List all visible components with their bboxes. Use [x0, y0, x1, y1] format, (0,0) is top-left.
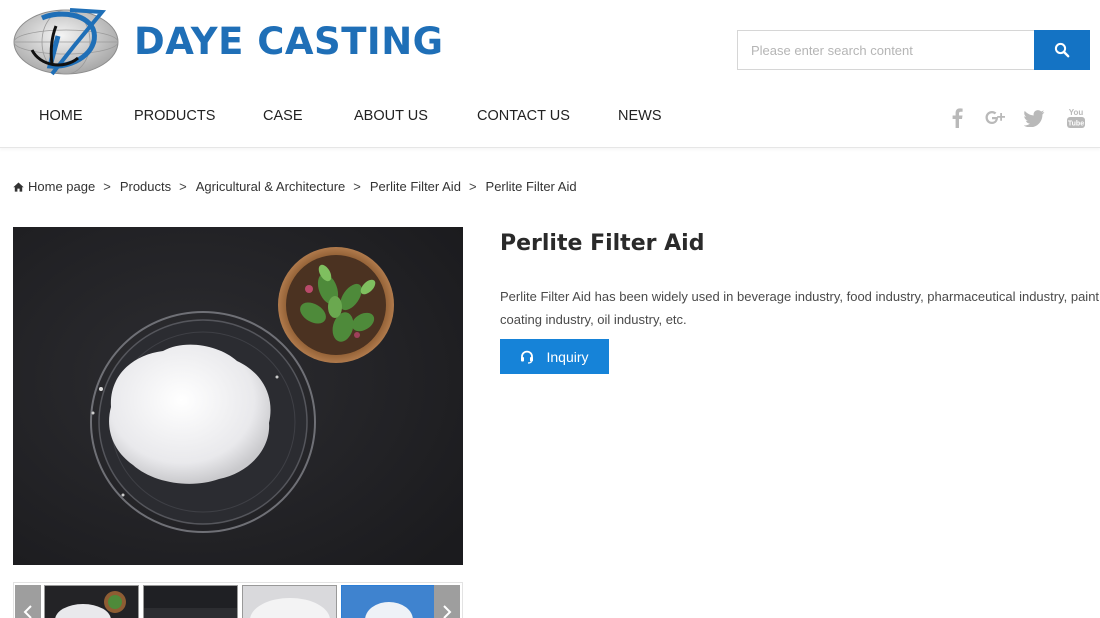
inquiry-button[interactable]: Inquiry [500, 339, 609, 374]
thumbnail-1[interactable] [44, 585, 139, 618]
thumbnail-next-button[interactable] [434, 585, 460, 618]
svg-text:Tube: Tube [1068, 121, 1084, 128]
twitter-icon[interactable] [1023, 106, 1045, 130]
breadcrumb-category[interactable]: Agricultural & Architecture [196, 179, 346, 194]
search-bar [737, 30, 1090, 70]
nav-item-news[interactable]: NEWS [618, 108, 662, 124]
breadcrumb: Home page > Products > Agricultural & Ar… [13, 179, 577, 194]
breadcrumb-separator: > [179, 179, 187, 194]
perlite-powder-photo [13, 227, 463, 565]
daye-logo[interactable] [12, 6, 120, 76]
inquiry-button-label: Inquiry [546, 348, 589, 365]
youtube-icon[interactable]: You Tube [1065, 106, 1087, 130]
product-title: Perlite Filter Aid [500, 231, 705, 256]
breadcrumb-separator: > [103, 179, 111, 194]
search-icon [1054, 42, 1070, 58]
thumbnail-3[interactable] [242, 585, 337, 618]
nav-item-about-us[interactable]: ABOUT US [354, 108, 428, 124]
breadcrumb-products[interactable]: Products [120, 179, 171, 194]
product-description: Perlite Filter Aid has been widely used … [500, 289, 1100, 327]
google-plus-icon[interactable] [984, 106, 1008, 130]
thumbnail-prev-button[interactable] [15, 585, 41, 618]
search-input[interactable] [737, 30, 1034, 70]
chevron-right-icon [443, 605, 452, 618]
facebook-icon[interactable] [948, 106, 966, 130]
thumbnail-4[interactable] [341, 585, 436, 618]
brand-name[interactable]: DAYE CASTING [134, 20, 444, 63]
thumbnail-strip [13, 582, 463, 618]
nav-item-contact-us[interactable]: CONTACT US [477, 108, 570, 124]
breadcrumb-home[interactable]: Home page [28, 179, 95, 194]
nav-item-home[interactable]: HOME [39, 108, 83, 124]
breadcrumb-subcategory[interactable]: Perlite Filter Aid [370, 179, 461, 194]
chevron-left-icon [23, 605, 32, 618]
breadcrumb-separator: > [468, 179, 477, 194]
breadcrumb-separator: > [353, 179, 361, 194]
product-main-image[interactable] [13, 227, 463, 565]
home-icon [13, 182, 24, 192]
svg-text:You: You [1069, 108, 1084, 117]
thumbnail-2[interactable] [143, 585, 238, 618]
nav-item-case[interactable]: CASE [263, 108, 303, 124]
nav-item-products[interactable]: PRODUCTS [134, 108, 215, 124]
site-header: DAYE CASTING HOME PRODUCTS CASE ABOUT US… [0, 0, 1100, 148]
headset-icon [520, 350, 534, 364]
breadcrumb-current: Perlite Filter Aid [485, 179, 577, 194]
search-button[interactable] [1034, 30, 1090, 70]
